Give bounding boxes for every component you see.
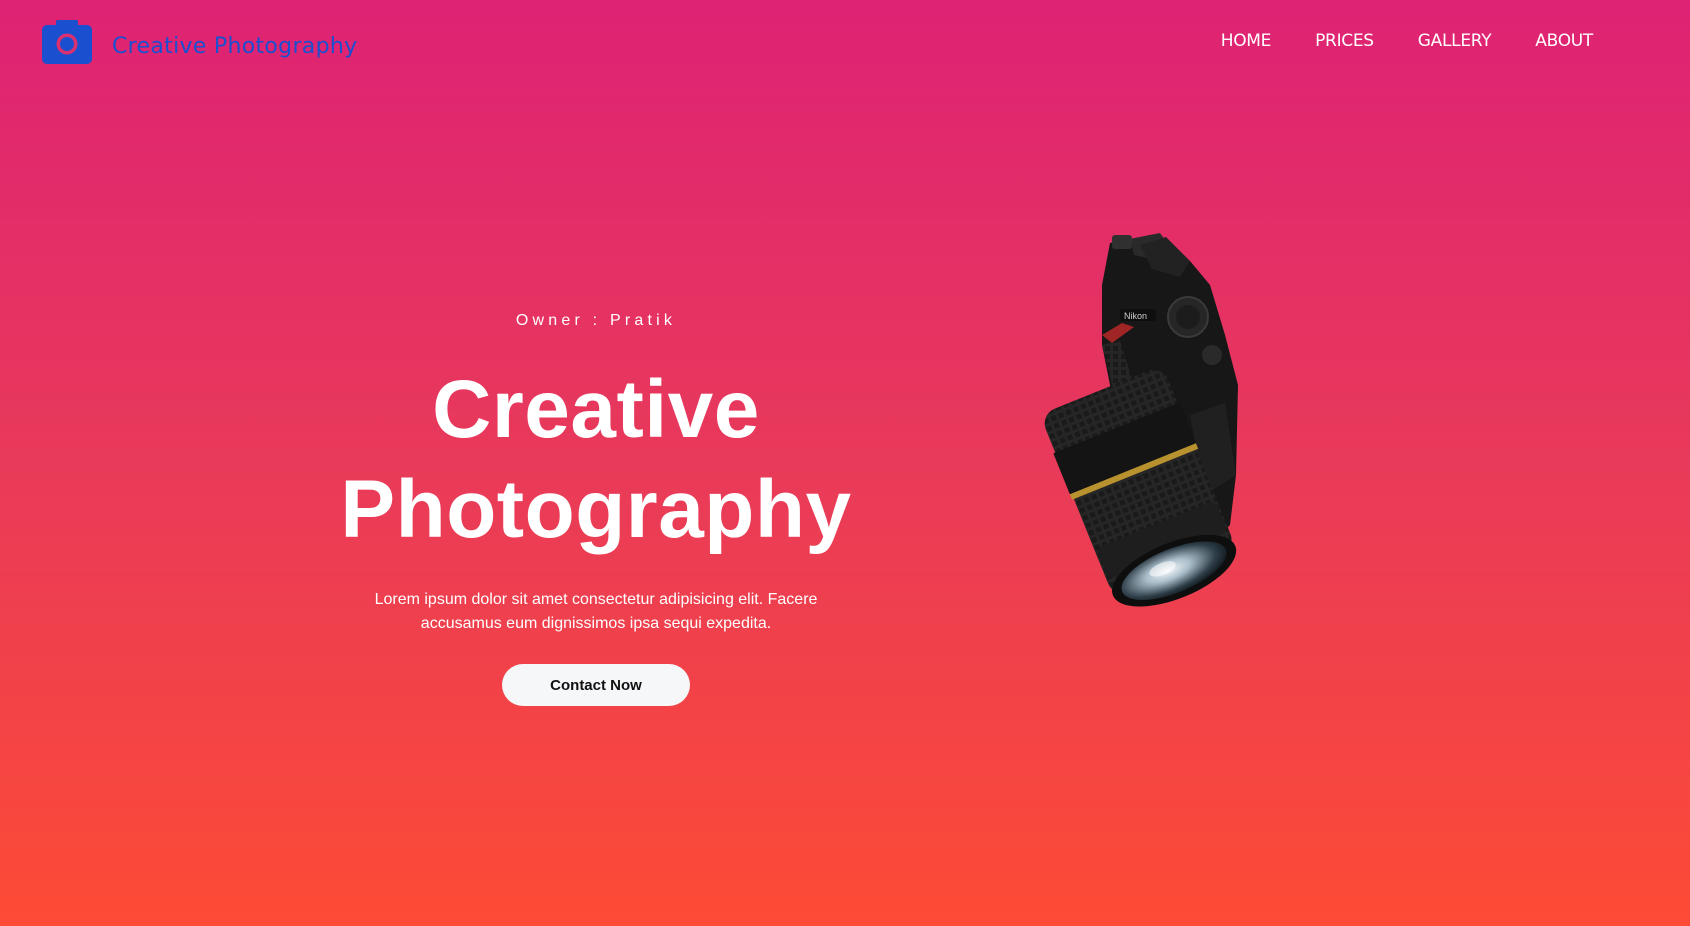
nav-prices-link[interactable]: PRICES xyxy=(1315,31,1374,51)
camera-icon xyxy=(42,20,92,64)
brand-link[interactable]: Creative Photography xyxy=(42,20,357,64)
nav-gallery-link[interactable]: GALLERY xyxy=(1418,31,1492,51)
hero-section: Owner : Pratik Creative Photography Lore… xyxy=(316,312,876,706)
svg-text:Nikon: Nikon xyxy=(1124,311,1147,321)
nav-home-link[interactable]: HOME xyxy=(1221,31,1272,51)
dslr-camera-image: Nikon xyxy=(1044,233,1238,607)
contact-now-button[interactable]: Contact Now xyxy=(502,664,690,706)
nav-about-link[interactable]: ABOUT xyxy=(1535,31,1593,51)
navbar: Creative Photography HOME PRICES GALLERY… xyxy=(0,0,1690,110)
hero-description: Lorem ipsum dolor sit amet consectetur a… xyxy=(374,591,818,632)
nav-links: HOME PRICES GALLERY ABOUT xyxy=(1177,31,1594,51)
owner-label: Owner : Pratik xyxy=(515,312,677,329)
hero-title-line-1: Creative xyxy=(432,364,760,455)
brand-name: Creative Photography xyxy=(112,33,358,59)
hero-title-line-2: Photography xyxy=(340,464,852,555)
hero-title: Creative Photography xyxy=(316,360,876,560)
